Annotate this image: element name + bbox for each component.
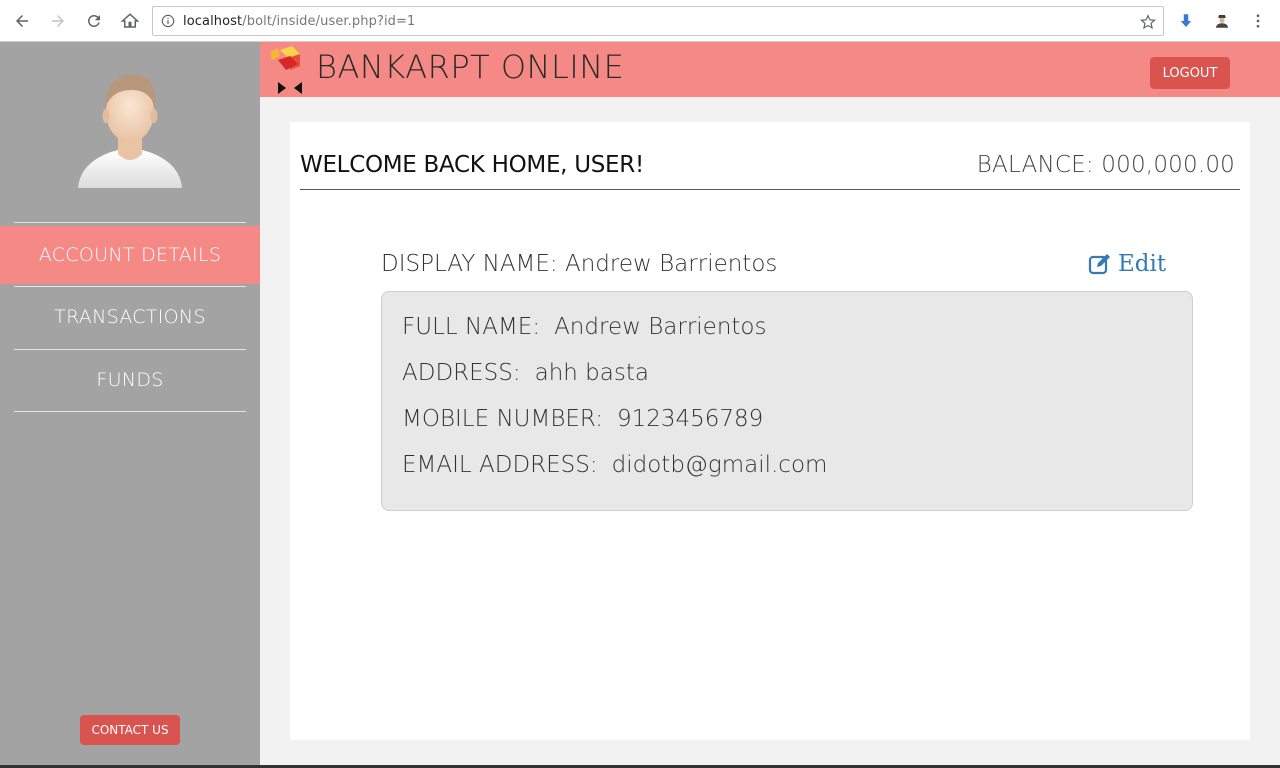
detail-row-address: ADDRESS: ahh basta bbox=[402, 360, 649, 386]
url-text: localhost/bolt/inside/user.php?id=1 bbox=[183, 13, 416, 29]
welcome-heading: WELCOME BACK HOME, USER! bbox=[300, 152, 644, 178]
menu-kebab-icon[interactable] bbox=[1246, 9, 1270, 33]
brand-logo-icon bbox=[266, 46, 304, 94]
detail-row-email: EMAIL ADDRESS: didotb@gmail.com bbox=[402, 452, 827, 478]
detail-value: Andrew Barrientos bbox=[554, 314, 767, 340]
sidebar-divider bbox=[14, 411, 246, 412]
home-icon[interactable] bbox=[118, 9, 142, 33]
details-panel: FULL NAME: Andrew Barrientos ADDRESS: ahh … bbox=[381, 291, 1193, 511]
sidebar-item-label: TRANSACTIONS bbox=[54, 306, 206, 328]
bookmark-star-icon[interactable] bbox=[1139, 13, 1157, 31]
back-icon[interactable] bbox=[10, 9, 34, 33]
info-icon[interactable] bbox=[161, 14, 175, 28]
detail-row-full-name: FULL NAME: Andrew Barrientos bbox=[402, 314, 766, 340]
edit-label: Edit bbox=[1118, 251, 1167, 277]
detail-value: didotb@gmail.com bbox=[611, 452, 828, 478]
browser-toolbar: localhost/bolt/inside/user.php?id=1 bbox=[0, 0, 1280, 42]
detail-label: FULL NAME: bbox=[402, 314, 541, 340]
logout-button[interactable]: LOGOUT bbox=[1150, 57, 1230, 89]
extension-download-icon[interactable] bbox=[1174, 9, 1198, 33]
sidebar-divider bbox=[14, 286, 246, 287]
edit-link[interactable]: Edit bbox=[1088, 251, 1166, 277]
address-bar[interactable]: localhost/bolt/inside/user.php?id=1 bbox=[152, 6, 1164, 36]
sidebar-divider bbox=[14, 349, 246, 350]
profile-icon[interactable] bbox=[1210, 9, 1234, 33]
sidebar-item-funds[interactable]: FUNDS bbox=[0, 351, 260, 409]
detail-value: ahh basta bbox=[534, 360, 649, 386]
sidebar: ACCOUNT DETAILS TRANSACTIONS FUNDS CONTA… bbox=[0, 42, 260, 765]
sidebar-item-label: ACCOUNT DETAILS bbox=[38, 244, 222, 266]
brand-title: BANKARPT ONLINE bbox=[316, 48, 625, 86]
detail-row-mobile: MOBILE NUMBER: 9123456789 bbox=[402, 406, 763, 432]
sidebar-item-account-details[interactable]: ACCOUNT DETAILS bbox=[0, 226, 260, 284]
account-card: WELCOME BACK HOME, USER! BALANCE: 000,00… bbox=[290, 122, 1250, 740]
edit-icon bbox=[1088, 254, 1110, 275]
reload-icon[interactable] bbox=[82, 9, 106, 33]
detail-label: ADDRESS: bbox=[402, 360, 521, 386]
app-header: BANKARPT ONLINE LOGOUT bbox=[260, 42, 1280, 97]
detail-label: MOBILE NUMBER: bbox=[402, 406, 603, 432]
sidebar-item-label: FUNDS bbox=[96, 369, 164, 391]
sidebar-divider bbox=[14, 222, 246, 223]
balance-text: BALANCE: 000,000.00 bbox=[976, 152, 1235, 178]
display-name: DISPLAY NAME: Andrew Barrientos bbox=[381, 251, 778, 277]
detail-label: EMAIL ADDRESS: bbox=[402, 452, 598, 478]
forward-icon[interactable] bbox=[46, 9, 70, 33]
heading-divider bbox=[300, 189, 1240, 190]
contact-us-button[interactable]: CONTACT US bbox=[80, 715, 180, 745]
detail-value: 9123456789 bbox=[616, 406, 764, 432]
user-avatar bbox=[72, 66, 188, 196]
sidebar-item-transactions[interactable]: TRANSACTIONS bbox=[0, 288, 260, 346]
